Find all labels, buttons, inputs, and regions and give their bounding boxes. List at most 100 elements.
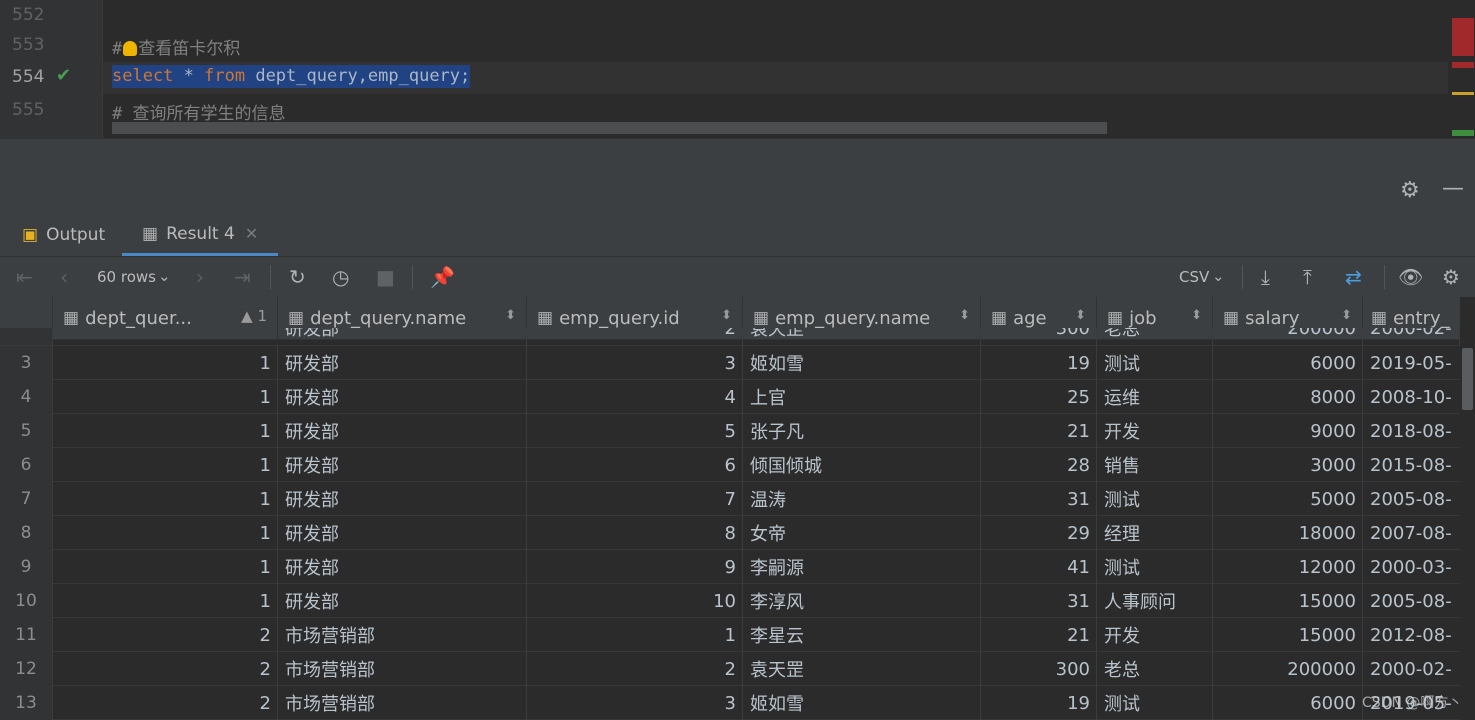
cell-emp-id[interactable]: 9 [527,550,743,584]
ok-marker[interactable] [1452,130,1474,136]
cell-salary[interactable]: 200000 [1213,328,1363,345]
scrollbar-thumb[interactable] [1462,348,1473,410]
cell-job[interactable]: 老总 [1097,652,1213,686]
minimize-icon[interactable]: — [1442,176,1464,201]
cell-emp-name[interactable]: 袁天罡 [743,652,981,686]
sort-asc-icon[interactable]: ▲ 1 [241,307,267,325]
cell-salary[interactable]: 18000 [1213,516,1363,550]
cell-age[interactable]: 300 [981,328,1097,345]
upload-icon[interactable]: ⤒ [1303,265,1312,289]
chevron-down-icon[interactable]: ⌄ [1212,267,1225,285]
next-page-icon[interactable]: › [196,265,204,289]
cell-job[interactable]: 人事顾问 [1097,584,1213,618]
cell-dept-id[interactable]: 2 [53,686,278,720]
cell-job[interactable]: 开发 [1097,618,1213,652]
cell-salary[interactable]: 200000 [1213,652,1363,686]
cell-dept-id[interactable]: 1 [53,550,278,584]
rows-selector[interactable]: 60 rows [97,268,156,286]
cell-entry[interactable]: 2000-02- [1363,652,1460,686]
cell-dept-id[interactable]: 1 [53,584,278,618]
last-page-icon[interactable]: ⇥ [234,265,251,289]
cell-emp-id[interactable]: 7 [527,482,743,516]
cell-emp-name[interactable]: 李星云 [743,618,981,652]
cell-dept-name[interactable]: 市场营销部 [278,652,527,686]
cell-age[interactable]: 300 [981,652,1097,686]
cell-job[interactable]: 测试 [1097,550,1213,584]
cell-dept-id[interactable]: 1 [53,516,278,550]
code-line[interactable]: # 查看笛卡尔积 [103,30,1448,62]
cell-job[interactable]: 开发 [1097,414,1213,448]
cell-emp-name[interactable]: 李淳风 [743,584,981,618]
table-row[interactable]: 10 1 研发部 10 李淳风 31 人事顾问 15000 2005-08- [0,584,1460,618]
cell-salary[interactable]: 15000 [1213,584,1363,618]
cell-entry[interactable]: 2015-08- [1363,448,1460,482]
table-row[interactable]: 12 2 市场营销部 2 袁天罡 300 老总 200000 2000-02- [0,652,1460,686]
cell-job[interactable]: 测试 [1097,686,1213,720]
table-row[interactable]: 7 1 研发部 7 温涛 31 测试 5000 2005-08- [0,482,1460,516]
download-icon[interactable]: ⤓ [1261,265,1270,289]
cell-dept-name[interactable]: 研发部 [278,516,527,550]
cell-age[interactable]: 28 [981,448,1097,482]
table-row[interactable]: 6 1 研发部 6 倾国倾城 28 销售 3000 2015-08- [0,448,1460,482]
cell-age[interactable]: 31 [981,584,1097,618]
error-stripe[interactable] [1448,0,1475,138]
table-row[interactable]: 5 1 研发部 5 张子凡 21 开发 9000 2018-08- [0,414,1460,448]
table-row[interactable]: 3 1 研发部 3 姬如雪 19 测试 6000 2019-05- [0,346,1460,380]
panel-divider[interactable] [0,138,1475,171]
table-row-partial[interactable]: 研发部 2 袁天罡 300 老总 200000 2000-02- [0,328,1460,346]
eye-icon[interactable]: 👁 [1398,265,1423,289]
export-format-selector[interactable]: CSV [1179,268,1209,286]
cell-dept-id[interactable]: 1 [53,448,278,482]
cell-emp-id[interactable]: 1 [527,618,743,652]
cell-emp-name[interactable]: 袁天罡 [743,328,981,345]
stop-icon[interactable]: ■ [376,265,395,289]
cell-age[interactable]: 31 [981,482,1097,516]
cell-emp-name[interactable]: 姬如雪 [743,686,981,720]
cell-salary[interactable]: 3000 [1213,448,1363,482]
compare-icon[interactable]: ⇄ [1345,265,1362,289]
cell-salary[interactable]: 6000 [1213,346,1363,380]
cell-entry[interactable]: 2018-08- [1363,414,1460,448]
pin-icon[interactable]: 📌 [430,265,455,289]
close-icon[interactable]: ✕ [245,224,258,243]
prev-page-icon[interactable]: ‹ [60,265,68,289]
sort-icon[interactable]: ⬍ [721,308,732,323]
sql-editor[interactable]: 552 553 554 ✔ 555 # 查看笛卡尔积 select * from … [0,0,1475,138]
cell-age[interactable]: 21 [981,618,1097,652]
cell-dept-id[interactable]: 1 [53,414,278,448]
cell-entry[interactable]: 2019-05- [1363,346,1460,380]
cell-emp-id[interactable]: 2 [527,328,743,345]
chevron-down-icon[interactable]: ⌄ [158,267,171,285]
cell-dept-name[interactable]: 研发部 [278,380,527,414]
warning-marker[interactable] [1452,92,1474,95]
sort-icon[interactable]: ⬍ [959,308,970,323]
sort-icon[interactable]: ⬍ [505,308,516,323]
cell-age[interactable]: 21 [981,414,1097,448]
code-line-current[interactable]: select * from dept_query,emp_query; [103,62,1448,94]
cell-emp-name[interactable]: 张子凡 [743,414,981,448]
cell-age[interactable]: 41 [981,550,1097,584]
cell-entry[interactable]: 2005-08- [1363,584,1460,618]
cell-salary[interactable]: 15000 [1213,618,1363,652]
cell-job[interactable]: 测试 [1097,346,1213,380]
cell-entry[interactable]: 2007-08- [1363,516,1460,550]
cell-age[interactable]: 29 [981,516,1097,550]
cell-emp-name[interactable]: 李嗣源 [743,550,981,584]
cell-emp-id[interactable]: 6 [527,448,743,482]
cell-dept-name[interactable]: 研发部 [278,448,527,482]
cell-dept-name[interactable]: 研发部 [278,482,527,516]
lightbulb-icon[interactable] [123,41,138,56]
cell-emp-id[interactable]: 10 [527,584,743,618]
table-row[interactable]: 8 1 研发部 8 女帝 29 经理 18000 2007-08- [0,516,1460,550]
cell-entry[interactable]: 2000-03- [1363,550,1460,584]
result-grid[interactable]: ▦ dept_quer... ▲ 1 ▦ dept_query.name ⬍ ▦… [0,297,1460,720]
vertical-scrollbar[interactable] [1460,340,1475,720]
cell-job[interactable]: 销售 [1097,448,1213,482]
cell-entry[interactable]: 2005-08- [1363,482,1460,516]
refresh-icon[interactable]: ↻ [289,265,306,289]
cell-dept-name[interactable]: 研发部 [278,550,527,584]
cell-entry[interactable]: 2000-02- [1363,328,1460,345]
cell-emp-id[interactable]: 5 [527,414,743,448]
history-icon[interactable]: ◷ [332,265,349,289]
gear-icon[interactable]: ⚙ [1400,178,1420,203]
